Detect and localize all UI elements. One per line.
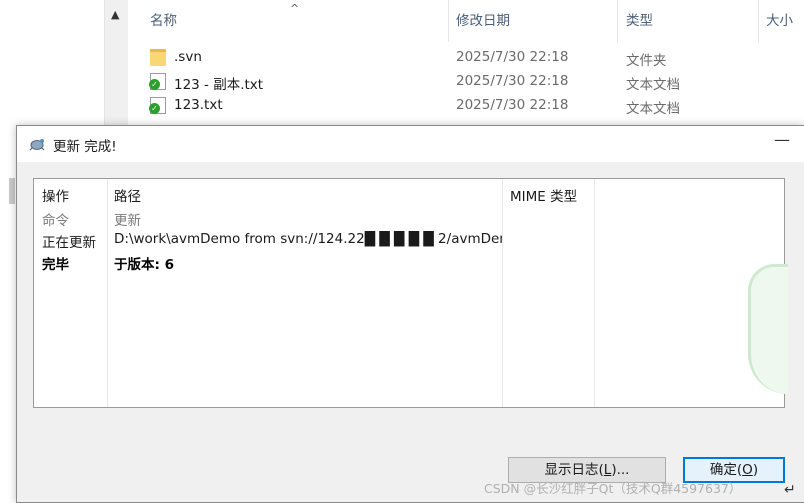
- dialog-title: 更新 完成!: [53, 139, 117, 155]
- file-row-123[interactable]: ✓ 123.txt 2025/7/30 22:18 文本文档: [149, 94, 790, 118]
- row-action: 正在更新: [42, 235, 96, 251]
- svn-update-dialog: 更新 完成! — 操作 路径 MIME 类型 命令 更新 正在更新 D:\wor…: [16, 125, 804, 503]
- background-decoration: [748, 264, 788, 394]
- list-header-mime[interactable]: MIME 类型: [510, 185, 577, 205]
- svn-ok-check-icon: ✓: [149, 79, 160, 90]
- file-row-123-copy[interactable]: ✓ 123 - 副本.txt 2025/7/30 22:18 文本文档: [149, 70, 790, 94]
- file-name: .svn: [174, 49, 202, 65]
- return-arrow-icon: ↵: [784, 482, 796, 498]
- show-log-label: 显示日志(: [544, 462, 604, 478]
- file-type: 文件夹: [626, 53, 667, 69]
- row-path: 更新: [114, 213, 141, 229]
- file-name: 123 - 副本.txt: [174, 77, 264, 93]
- svn-text-file-icon: ✓: [149, 73, 166, 90]
- tortoise-icon: [29, 139, 45, 151]
- credit-watermark: CSDN @长沙红胖子Qt（技术Q群4597637）: [484, 481, 742, 496]
- column-header-modified[interactable]: 修改日期: [456, 0, 510, 42]
- row-action: 完毕: [42, 257, 69, 273]
- dialog-titlebar[interactable]: 更新 完成! —: [17, 126, 804, 162]
- explorer-scrollbar[interactable]: ▲: [104, 0, 128, 130]
- ok-accelerator: O: [742, 462, 753, 478]
- folder-icon: [150, 49, 166, 66]
- file-modified: 2025/7/30 22:18: [456, 49, 569, 65]
- file-modified: 2025/7/30 22:18: [456, 73, 569, 89]
- column-header-size[interactable]: 大小: [766, 0, 793, 42]
- minimize-button[interactable]: —: [774, 130, 790, 149]
- svn-text-file-icon: ✓: [149, 97, 166, 114]
- list-column-separator[interactable]: [594, 179, 595, 407]
- column-header-type[interactable]: 类型: [626, 0, 653, 42]
- file-type: 文本文档: [626, 77, 680, 93]
- list-column-separator[interactable]: [502, 179, 503, 407]
- list-header-path[interactable]: 路径: [114, 185, 141, 205]
- ok-label: 确定(: [709, 462, 743, 478]
- ok-label-suffix: ): [752, 462, 759, 478]
- row-path: 于版本: 6: [114, 257, 174, 273]
- file-name: 123.txt: [174, 97, 223, 113]
- update-results-list[interactable]: 操作 路径 MIME 类型 命令 更新 正在更新 D:\work\avmDemo…: [33, 178, 785, 408]
- list-header-action[interactable]: 操作: [42, 185, 69, 205]
- scroll-up-arrow-icon[interactable]: ▲: [111, 8, 119, 21]
- file-type: 文本文档: [626, 101, 680, 117]
- file-row-svn-folder[interactable]: .svn 2025/7/30 22:18 文件夹: [150, 46, 790, 70]
- row-path: D:\work\avmDemo from svn://124.22█ █ █ █…: [114, 231, 502, 247]
- sort-ascending-caret-icon: ^: [290, 2, 300, 15]
- column-header-name[interactable]: 名称: [150, 0, 177, 42]
- svn-ok-check-icon: ✓: [149, 103, 160, 114]
- row-action: 命令: [42, 213, 69, 229]
- show-log-label-suffix: )...: [611, 462, 630, 478]
- column-separator[interactable]: [617, 0, 618, 42]
- list-column-separator[interactable]: [107, 179, 108, 407]
- file-modified: 2025/7/30 22:18: [456, 97, 569, 113]
- column-separator[interactable]: [448, 0, 449, 42]
- column-separator[interactable]: [758, 0, 759, 42]
- nav-pane-scrollbar-thumb[interactable]: [9, 178, 15, 204]
